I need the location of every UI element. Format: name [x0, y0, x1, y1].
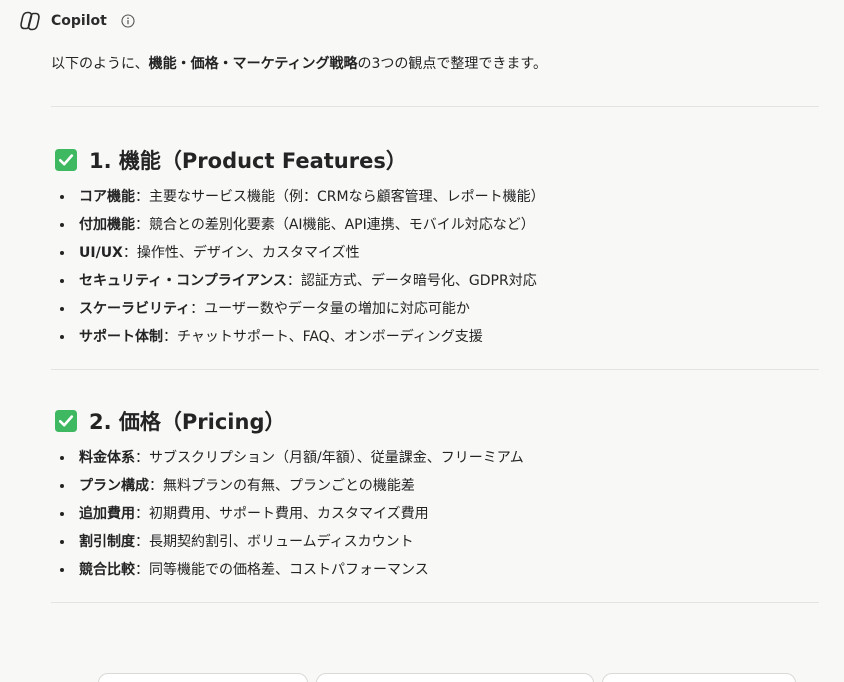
section-features: 1. 機能（Product Features） コア機能：主要なサービス機能（例…	[51, 145, 819, 351]
item-text: ：操作性、デザイン、カスタマイズ性	[122, 245, 360, 261]
item-term: 料金体系	[79, 450, 135, 466]
list-item: 付加機能：競合との差別化要素（AI機能、API連携、モバイル対応など）	[51, 211, 819, 239]
item-text: ：同等機能での価格差、コストパフォーマンス	[135, 562, 429, 578]
intro-prefix: 以下のように、	[51, 56, 149, 72]
item-text: ：競合との差別化要素（AI機能、API連携、モバイル対応など）	[135, 217, 535, 233]
item-text: ：初期費用、サポート費用、カスタマイズ費用	[135, 506, 429, 522]
bullet	[60, 456, 64, 460]
bullet	[60, 335, 64, 339]
item-text: ：ユーザー数やデータ量の増加に対応可能か	[190, 301, 470, 317]
list-item: 追加費用：初期費用、サポート費用、カスタマイズ費用	[51, 500, 819, 528]
list-item: スケーラビリティ：ユーザー数やデータ量の増加に対応可能か	[51, 295, 819, 323]
bullet	[60, 512, 64, 516]
divider	[51, 369, 819, 370]
bullet	[60, 568, 64, 572]
item-text: ：認証方式、データ暗号化、GDPR対応	[286, 273, 537, 289]
info-icon[interactable]	[121, 14, 135, 28]
section-title: 2. 価格（Pricing）	[51, 406, 819, 436]
header: Copilot	[18, 9, 135, 33]
item-text: ：チャットサポート、FAQ、オンボーディング支援	[163, 329, 483, 345]
list-item: 競合比較：同等機能での価格差、コストパフォーマンス	[51, 556, 819, 584]
app-name: Copilot	[51, 13, 107, 29]
check-mark-icon	[54, 148, 78, 172]
intro-paragraph: 以下のように、機能・価格・マーケティング戦略の3つの観点で整理できます。	[51, 52, 819, 76]
list-item: プラン構成：無料プランの有無、プランごとの機能差	[51, 472, 819, 500]
intro-suffix: の3つの観点で整理できます。	[357, 56, 547, 72]
list-item: UI/UX：操作性、デザイン、カスタマイズ性	[51, 239, 819, 267]
item-term: UI/UX	[79, 245, 123, 261]
item-term: サポート体制	[79, 329, 163, 345]
item-term: セキュリティ・コンプライアンス	[79, 273, 287, 289]
list-item: サポート体制：チャットサポート、FAQ、オンボーディング支援	[51, 323, 819, 351]
item-text: ：無料プランの有無、プランごとの機能差	[149, 478, 415, 494]
bullet	[60, 251, 64, 255]
message-content: 以下のように、機能・価格・マーケティング戦略の3つの観点で整理できます。 1. …	[51, 52, 819, 603]
item-term: 付加機能	[79, 217, 135, 233]
item-term: コア機能	[79, 189, 135, 205]
bullet	[60, 279, 64, 283]
pricing-list: 料金体系：サブスクリプション（月額/年額）、従量課金、フリーミアム プラン構成：…	[51, 444, 819, 584]
bullet	[60, 484, 64, 488]
list-item: コア機能：主要なサービス機能（例：CRMなら顧客管理、レポート機能）	[51, 183, 819, 211]
feature-list: コア機能：主要なサービス機能（例：CRMなら顧客管理、レポート機能） 付加機能：…	[51, 183, 819, 351]
item-term: スケーラビリティ	[79, 301, 191, 317]
copilot-logo-icon	[18, 9, 42, 33]
item-text: ：主要なサービス機能（例：CRMなら顧客管理、レポート機能）	[135, 189, 545, 205]
divider	[51, 106, 819, 107]
item-term: 割引制度	[79, 534, 135, 550]
bullet	[60, 540, 64, 544]
intro-bold: 機能・価格・マーケティング戦略	[148, 56, 358, 72]
suggestion-card[interactable]	[316, 673, 594, 682]
item-term: 追加費用	[79, 506, 135, 522]
suggestion-cards	[0, 673, 844, 682]
item-text: ：長期契約割引、ボリュームディスカウント	[135, 534, 414, 550]
bullet	[60, 195, 64, 199]
suggestion-card[interactable]	[602, 673, 796, 682]
suggestion-card[interactable]	[98, 673, 308, 682]
bullet	[60, 223, 64, 227]
bullet	[60, 307, 64, 311]
list-item: 割引制度：長期契約割引、ボリュームディスカウント	[51, 528, 819, 556]
section-title: 1. 機能（Product Features）	[51, 145, 819, 175]
list-item: セキュリティ・コンプライアンス：認証方式、データ暗号化、GDPR対応	[51, 267, 819, 295]
item-term: プラン構成	[79, 478, 149, 494]
section-title-text: 2. 価格（Pricing）	[89, 410, 286, 434]
item-text: ：サブスクリプション（月額/年額）、従量課金、フリーミアム	[135, 450, 524, 466]
check-mark-icon	[54, 409, 78, 433]
list-item: 料金体系：サブスクリプション（月額/年額）、従量課金、フリーミアム	[51, 444, 819, 472]
section-pricing: 2. 価格（Pricing） 料金体系：サブスクリプション（月額/年額）、従量課…	[51, 406, 819, 584]
divider	[51, 602, 819, 603]
section-title-text: 1. 機能（Product Features）	[89, 149, 407, 173]
item-term: 競合比較	[79, 562, 135, 578]
copilot-page: Copilot 以下のように、機能・価格・マーケティング戦略の3つの観点で整理で…	[0, 0, 844, 682]
